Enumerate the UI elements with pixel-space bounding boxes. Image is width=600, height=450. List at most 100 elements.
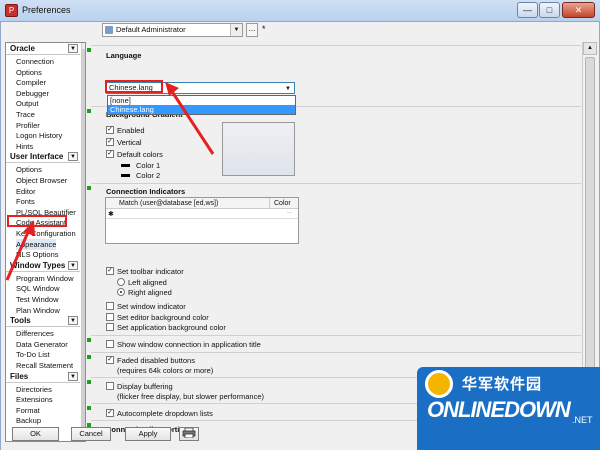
profile-value: Default Administrator bbox=[116, 25, 186, 34]
chevron-down-icon[interactable]: ▼ bbox=[282, 83, 294, 95]
left-aligned-radio[interactable] bbox=[117, 278, 125, 286]
right-aligned-label: Right aligned bbox=[128, 288, 172, 297]
toolbar-indicator-label: Set toolbar indicator bbox=[117, 267, 184, 276]
sidebar-category[interactable]: Files ▼ bbox=[6, 371, 80, 383]
sidebar-item[interactable]: Fonts bbox=[16, 196, 35, 207]
sidebar-item[interactable]: Format bbox=[16, 405, 40, 416]
app-icon: P bbox=[5, 4, 18, 17]
show-connection-section: Show window connection in application ti… bbox=[87, 335, 581, 351]
modified-indicator: * bbox=[262, 24, 266, 34]
vertical-checkbox[interactable]: ✓ bbox=[106, 138, 114, 146]
enabled-checkbox[interactable]: ✓ bbox=[106, 126, 114, 134]
maximize-button[interactable]: □ bbox=[539, 2, 560, 18]
faded-buttons-label: Faded disabled buttons bbox=[117, 356, 195, 365]
sidebar-category-label: Files bbox=[10, 371, 29, 381]
collapse-icon[interactable]: ▼ bbox=[68, 316, 78, 326]
section-marker bbox=[87, 48, 91, 52]
app-bg-label: Set application background color bbox=[117, 323, 226, 332]
watermark-suffix: .NET bbox=[572, 415, 593, 425]
section-marker bbox=[87, 355, 91, 359]
connection-indicators-grid[interactable]: Match (user@database [ed,ws]) Color ✱ ..… bbox=[105, 197, 299, 244]
sidebar-item[interactable]: Extensions bbox=[16, 394, 53, 405]
sidebar-item[interactable]: To-Do List bbox=[16, 349, 50, 360]
gradient-preview bbox=[222, 122, 295, 176]
print-button[interactable] bbox=[179, 427, 199, 441]
collapse-icon[interactable]: ▼ bbox=[68, 44, 78, 53]
sidebar-item[interactable]: Trace bbox=[16, 109, 35, 120]
display-buffering-label: Display buffering bbox=[117, 382, 173, 391]
annotation-arrow-icon bbox=[5, 220, 35, 281]
profile-select[interactable]: Default Administrator ▼ bbox=[102, 23, 243, 37]
sidebar-item[interactable]: Profiler bbox=[16, 120, 40, 131]
close-button[interactable]: ✕ bbox=[562, 2, 595, 18]
site-watermark-logo: 华军软件园 ONLINEDOWN .NET bbox=[417, 367, 600, 450]
sidebar-item[interactable]: Output bbox=[16, 98, 39, 109]
sidebar-category[interactable]: Tools ▼ bbox=[6, 315, 80, 328]
section-marker bbox=[87, 186, 91, 190]
display-buffering-checkbox[interactable] bbox=[106, 382, 114, 390]
app-bg-checkbox[interactable] bbox=[106, 323, 114, 331]
color1-swatch[interactable] bbox=[121, 164, 130, 167]
sidebar-item[interactable]: Differences bbox=[16, 328, 54, 339]
sidebar-category[interactable]: Oracle ▼ bbox=[6, 43, 80, 55]
language-heading: Language bbox=[106, 51, 142, 60]
ok-button[interactable]: OK bbox=[12, 427, 59, 441]
new-row-icon: ✱ bbox=[108, 211, 114, 218]
color2-swatch[interactable] bbox=[121, 174, 130, 177]
sidebar-item[interactable]: Editor bbox=[16, 186, 36, 197]
toolbar-indicator-checkbox[interactable]: ✓ bbox=[106, 267, 114, 275]
table-row[interactable]: ✱ ... bbox=[106, 209, 298, 219]
section-marker bbox=[87, 406, 91, 410]
match-column-header: Match (user@database [ed,ws]) bbox=[106, 198, 270, 209]
tree-scrollbar[interactable] bbox=[81, 43, 85, 441]
profile-more-button[interactable]: ... bbox=[246, 23, 258, 37]
sidebar-item[interactable]: Compiler bbox=[16, 77, 46, 88]
sidebar-item[interactable]: Logon History bbox=[16, 130, 62, 141]
sidebar-item[interactable]: Test Window bbox=[16, 294, 59, 305]
profile-icon bbox=[105, 26, 113, 34]
color1-label: Color 1 bbox=[136, 161, 161, 170]
editor-bg-checkbox[interactable] bbox=[106, 313, 114, 321]
default-colors-checkbox[interactable]: ✓ bbox=[106, 150, 114, 158]
sidebar-item[interactable]: Options bbox=[16, 67, 42, 78]
sidebar-item[interactable]: Recall Statement bbox=[16, 360, 73, 371]
editor-bg-label: Set editor background color bbox=[117, 313, 209, 322]
logo-icon bbox=[425, 370, 453, 398]
collapse-icon[interactable]: ▼ bbox=[68, 260, 78, 270]
title-bar: P Preferences — □ ✕ bbox=[0, 0, 600, 22]
display-buffering-note: (flicker free display, but slower perfor… bbox=[117, 392, 264, 401]
connection-indicators-heading: Connection Indicators bbox=[106, 187, 186, 196]
cancel-button[interactable]: Cancel bbox=[71, 427, 111, 441]
minimize-button[interactable]: — bbox=[517, 2, 538, 18]
apply-button[interactable]: Apply bbox=[125, 427, 171, 441]
sidebar-item[interactable]: Connection bbox=[16, 56, 54, 67]
scroll-thumb[interactable] bbox=[585, 57, 595, 397]
right-aligned-radio[interactable] bbox=[117, 288, 125, 296]
section-marker bbox=[87, 109, 91, 113]
sidebar-item[interactable]: Debugger bbox=[16, 88, 49, 99]
enabled-label: Enabled bbox=[117, 126, 145, 135]
window-indicator-checkbox[interactable] bbox=[106, 302, 114, 310]
sidebar-item[interactable]: Options bbox=[16, 164, 42, 175]
show-connection-checkbox[interactable] bbox=[106, 340, 114, 348]
sidebar-item[interactable]: Hints bbox=[16, 141, 33, 152]
sidebar-item[interactable]: Backup bbox=[16, 415, 41, 426]
sidebar-item[interactable]: Plan Window bbox=[16, 305, 60, 316]
sidebar-item[interactable]: Directories bbox=[16, 384, 52, 395]
sidebar-category-label: Oracle bbox=[10, 44, 35, 53]
left-aligned-label: Left aligned bbox=[128, 278, 167, 287]
grid-header: Match (user@database [ed,ws]) Color bbox=[106, 198, 298, 209]
show-connection-label: Show window connection in application ti… bbox=[117, 340, 261, 349]
autocomplete-checkbox[interactable]: ✓ bbox=[106, 409, 114, 417]
scroll-up-icon[interactable]: ▲ bbox=[583, 42, 597, 55]
sidebar-category[interactable]: User Interface ▼ bbox=[6, 151, 80, 164]
color-picker-button[interactable]: ... bbox=[287, 209, 292, 215]
collapse-icon[interactable]: ▼ bbox=[68, 371, 78, 381]
collapse-icon[interactable]: ▼ bbox=[68, 152, 78, 162]
chevron-down-icon[interactable]: ▼ bbox=[230, 24, 242, 36]
sidebar-item[interactable]: Object Browser bbox=[16, 175, 67, 186]
faded-buttons-checkbox[interactable]: ✓ bbox=[106, 356, 114, 364]
sidebar-item[interactable]: Data Generator bbox=[16, 339, 68, 350]
faded-buttons-note: (requires 64k colors or more) bbox=[117, 366, 214, 375]
section-marker bbox=[87, 338, 91, 342]
